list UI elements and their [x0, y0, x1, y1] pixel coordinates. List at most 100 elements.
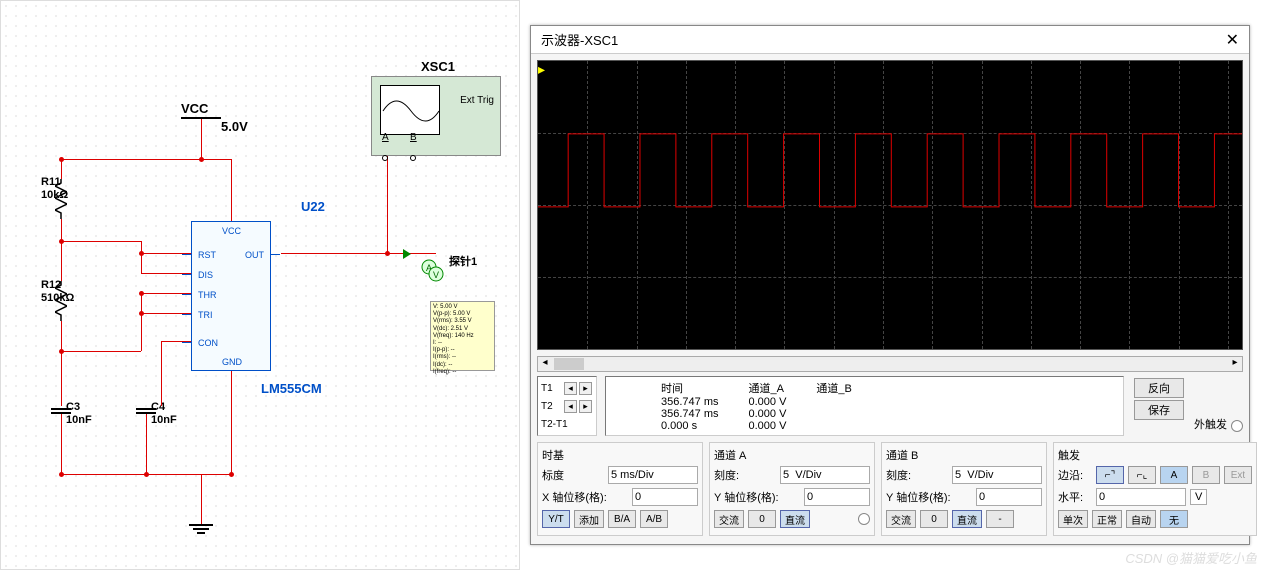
reverse-button[interactable]: 反向 [1134, 378, 1184, 398]
ba-button[interactable]: B/A [608, 510, 636, 528]
yt-button[interactable]: Y/T [542, 510, 570, 528]
resistor-r11[interactable] [55, 179, 67, 219]
timebase-scale-input[interactable] [608, 466, 698, 484]
cursor-readout: 时间通道_A通道_B 356.747 ms0.000 V 356.747 ms0… [605, 376, 1124, 436]
diff-time: 0.000 s [646, 420, 733, 432]
oscilloscope-screen[interactable]: ▸ [537, 60, 1243, 350]
chb-ypos-label: Y 轴位移(格): [886, 489, 972, 505]
ic-lm555[interactable]: VCC RST DIS THR TRI CON OUT GND [191, 221, 271, 371]
trigger-level-unit: V [1190, 489, 1207, 505]
probe-line: V(rms): 3.55 V [433, 318, 492, 325]
trigger-b-button[interactable]: B [1192, 466, 1220, 484]
node [144, 472, 149, 477]
scope-name: XSC1 [421, 59, 455, 74]
trigger-ext-button[interactable]: Ext [1224, 466, 1252, 484]
ext-trig-radio[interactable] [1231, 420, 1243, 432]
cha-scale-label: 刻度: [714, 467, 776, 483]
probe-readout[interactable]: V: 5.00 V V(p-p): 5.00 V V(rms): 3.55 V … [430, 301, 495, 371]
resistor-r12[interactable] [55, 281, 67, 321]
chb-scale-input[interactable] [952, 466, 1042, 484]
t1-right-button[interactable]: ▸ [579, 382, 592, 395]
trigger-none-button[interactable]: 无 [1160, 510, 1188, 528]
cha-ypos-label: Y 轴位移(格): [714, 489, 800, 505]
node [139, 291, 144, 296]
t2-right-button[interactable]: ▸ [579, 400, 592, 413]
chb-ypos-input[interactable] [976, 488, 1042, 506]
channel-b-group: 通道 B 刻度: Y 轴位移(格): 交流 0 直流 - [881, 442, 1047, 536]
trigger-a-button[interactable]: A [1160, 466, 1188, 484]
oscilloscope-window[interactable]: 示波器-XSC1 ✕ ▸ ◂ ▸ T1 ◂ ▸ T2 ◂ [530, 25, 1250, 545]
chb-minus-button[interactable]: - [986, 510, 1014, 528]
probe-marker[interactable]: AV [421, 259, 445, 286]
vcc-value: 5.0V [221, 119, 248, 134]
ab-button[interactable]: A/B [640, 510, 668, 528]
chb-ac-button[interactable]: 交流 [886, 510, 916, 528]
trigger-level-input[interactable] [1096, 488, 1186, 506]
cursor-marker-t1[interactable]: ▸ [538, 61, 545, 78]
schematic-canvas[interactable]: VCC 5.0V R11 10kΩ R12 510kΩ C3 10nF C4 1… [0, 0, 520, 570]
add-button[interactable]: 添加 [574, 510, 604, 528]
timebase-xpos-label: X 轴位移(格): [542, 489, 628, 505]
oscilloscope-title: 示波器-XSC1 [541, 30, 618, 49]
scroll-left-icon[interactable]: ◂ [538, 357, 552, 371]
cha-ac-button[interactable]: 交流 [714, 510, 744, 528]
probe-line: V: 5.00 V [433, 304, 492, 311]
timebase-scale-label: 标度 [542, 467, 604, 483]
scope-symbol-screen [380, 85, 440, 135]
oscilloscope-scrollbar[interactable]: ◂ ▸ [537, 356, 1243, 372]
cursor-t2-label: T2 [541, 401, 563, 412]
wire [387, 156, 388, 253]
trigger-edge-label: 边沿: [1058, 467, 1092, 483]
timebase-xpos-input[interactable] [632, 488, 698, 506]
cha-enable-radio[interactable] [858, 513, 870, 525]
scrollbar-thumb[interactable] [554, 358, 584, 370]
falling-edge-button[interactable]: ⌐⌞ [1128, 466, 1156, 484]
wire [61, 159, 231, 160]
close-icon[interactable]: ✕ [1226, 30, 1239, 50]
ground-symbol [189, 524, 213, 534]
chb-dc-button[interactable]: 直流 [952, 510, 982, 528]
trigger-auto-button[interactable]: 自动 [1126, 510, 1156, 528]
cha-dc-button[interactable]: 直流 [780, 510, 810, 528]
wire [61, 219, 62, 241]
ext-trig-label: Ext Trig [460, 95, 494, 106]
wire [61, 241, 62, 281]
scope-symbol[interactable]: Ext Trig A B [371, 76, 501, 156]
oscilloscope-titlebar[interactable]: 示波器-XSC1 ✕ [531, 26, 1249, 54]
cursor-header-a: 通道_A [733, 380, 801, 396]
wire [61, 241, 141, 242]
timebase-group: 时基 标度 X 轴位移(格): Y/T 添加 B/A A/B [537, 442, 703, 536]
t1-time: 356.747 ms [646, 396, 733, 408]
rising-edge-button[interactable]: ⌐⌝ [1096, 466, 1124, 484]
ic-part: LM555CM [261, 381, 322, 396]
probe-arrow-icon [403, 249, 411, 259]
vcc-label: VCC [181, 101, 208, 116]
timebase-title: 时基 [542, 447, 698, 463]
cha-zero-button[interactable]: 0 [748, 510, 776, 528]
t1-left-button[interactable]: ◂ [564, 382, 577, 395]
cha-scale-input[interactable] [780, 466, 870, 484]
probe-line: I: -- [433, 340, 492, 347]
pin-thr: THR [198, 290, 217, 300]
trigger-normal-button[interactable]: 正常 [1092, 510, 1122, 528]
scroll-right-icon[interactable]: ▸ [1228, 357, 1242, 371]
wire [141, 293, 142, 351]
cha-ypos-input[interactable] [804, 488, 870, 506]
probe-line: V(p-p): 5.00 V [433, 311, 492, 318]
probe-line: I(p-p): -- [433, 347, 492, 354]
save-button[interactable]: 保存 [1134, 400, 1184, 420]
probe-line: I(dc): -- [433, 362, 492, 369]
wire [201, 119, 202, 159]
trigger-group: 触发 边沿: ⌐⌝ ⌐⌞ A B Ext 水平: V 单次 正常 自 [1053, 442, 1257, 536]
probe-line: I(rms): -- [433, 354, 492, 361]
pin-out: OUT [245, 250, 264, 260]
pin-tri: TRI [198, 310, 213, 320]
trigger-single-button[interactable]: 单次 [1058, 510, 1088, 528]
t2-left-button[interactable]: ◂ [564, 400, 577, 413]
probe-line: I(freq): -- [433, 369, 492, 376]
scope-terminal-a[interactable] [382, 155, 388, 161]
pin-rst: RST [198, 250, 216, 260]
chb-zero-button[interactable]: 0 [920, 510, 948, 528]
cursor-header-b: 通道_B [801, 380, 866, 396]
scope-terminal-b[interactable] [410, 155, 416, 161]
